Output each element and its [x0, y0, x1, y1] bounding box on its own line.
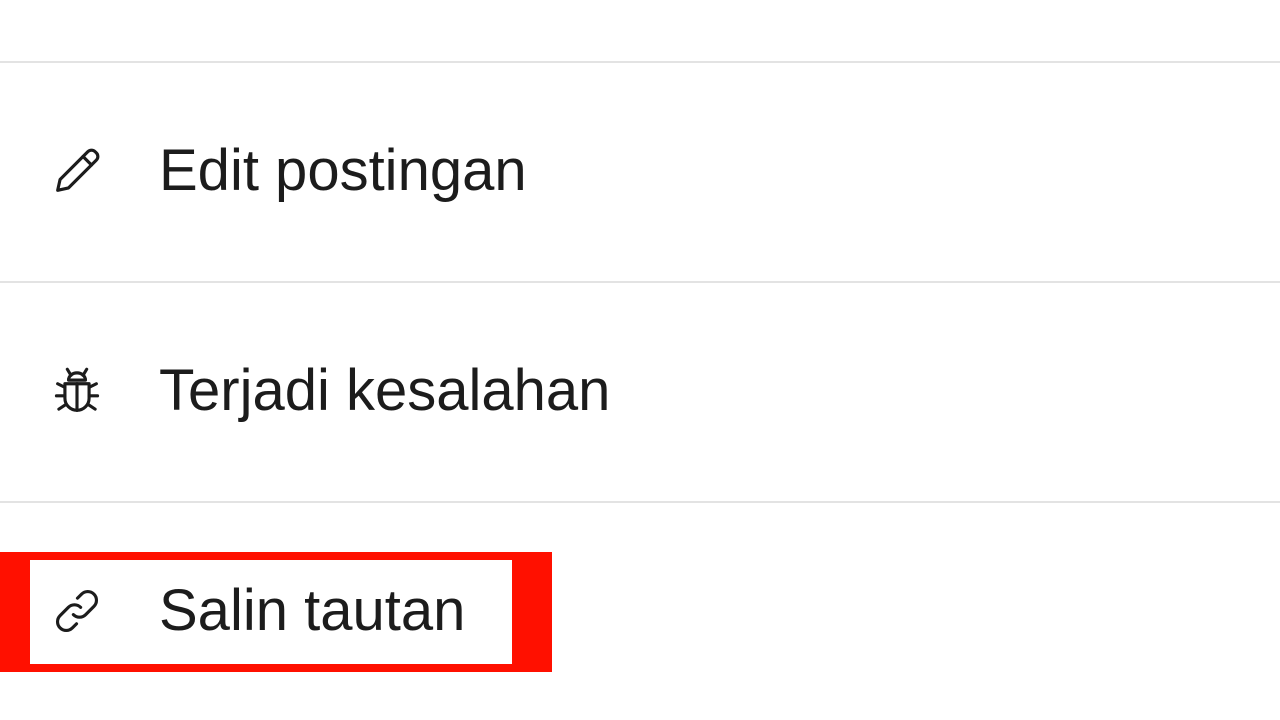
menu-item-report-bug[interactable]: Terjadi kesalahan — [0, 282, 1280, 500]
menu-item-copy-link[interactable]: Salin tautan — [0, 502, 1280, 720]
bug-icon — [48, 362, 106, 420]
menu-item-label: Salin tautan — [159, 578, 466, 643]
link-icon — [48, 582, 106, 640]
menu-item-label: Terjadi kesalahan — [159, 358, 611, 423]
pencil-icon — [48, 142, 106, 200]
options-menu-sheet: Edit postingan Terjadi kesalahan Salin t… — [0, 0, 1280, 720]
menu-item-label: Edit postingan — [159, 138, 527, 203]
menu-item-edit-post[interactable]: Edit postingan — [0, 62, 1280, 280]
